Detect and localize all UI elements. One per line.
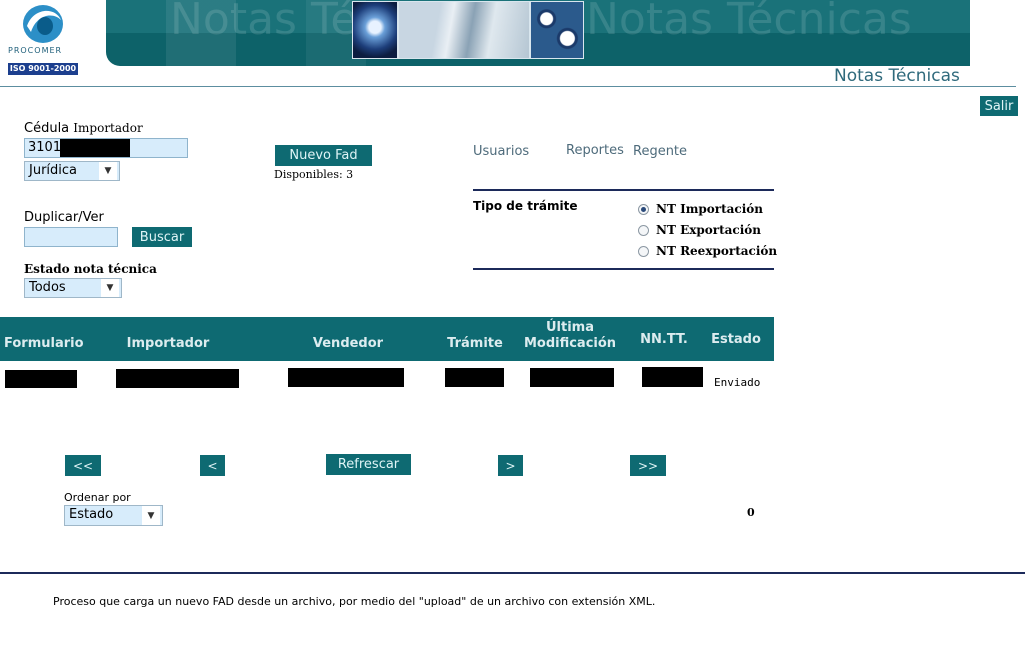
record-count: 0 [747, 506, 755, 519]
header: PROCOMER ISO 9001-2000 Notas Técnicas No… [0, 0, 1028, 88]
sort-select[interactable]: Estado ▼ [64, 505, 163, 526]
status-filter-value: Todos [29, 280, 66, 295]
table-header: Formulario Importador Vendedor Trámite Ú… [0, 317, 774, 361]
col-nntt[interactable]: NN.TT. [636, 332, 692, 348]
person-type-select[interactable]: Jurídica ▼ [24, 161, 120, 181]
cedula-label-text: Cédula [24, 121, 70, 136]
chevron-down-icon[interactable]: ▼ [99, 162, 117, 180]
importador-label-text: Importador [73, 121, 143, 135]
logo-wordmark: PROCOMER [8, 46, 63, 55]
search-button[interactable]: Buscar [132, 227, 192, 247]
banner-photo-people [398, 1, 530, 59]
status-filter-label: Estado nota técnica [24, 262, 157, 276]
banner-photo-clocks [530, 1, 584, 59]
duplicate-input[interactable] [24, 227, 118, 247]
col-vendedor[interactable]: Vendedor [298, 336, 398, 352]
logo-globe-icon [23, 5, 63, 43]
cedula-redacted [60, 139, 130, 157]
cell-importador-redacted [116, 369, 239, 388]
cell-estado: Enviado [714, 376, 761, 389]
col-estado[interactable]: Estado [706, 332, 766, 348]
nav-users-link[interactable]: Usuarios [473, 144, 529, 159]
first-page-button[interactable]: << [65, 455, 101, 476]
footer-text: Proceso que carga un nuevo FAD desde un … [53, 595, 656, 608]
person-type-value: Jurídica [29, 163, 78, 178]
banner-photo-globe [352, 1, 398, 59]
header-divider [0, 86, 1016, 87]
next-page-button[interactable]: > [498, 455, 523, 476]
col-tramite[interactable]: Trámite [444, 336, 506, 352]
logout-button[interactable]: Salir [980, 96, 1018, 116]
header-banner: Notas Técnicas Notas Técnicas [106, 0, 970, 66]
prev-page-button[interactable]: < [200, 455, 225, 476]
nav-reports-link[interactable]: Reportes [566, 143, 624, 158]
chevron-down-icon[interactable]: ▼ [101, 279, 119, 297]
page-title: Notas Técnicas [834, 66, 960, 86]
cell-formulario-redacted [5, 370, 77, 388]
radio-nt-importacion-label: NT Importación [656, 202, 764, 216]
radio-nt-importacion[interactable] [638, 204, 649, 215]
col-importador[interactable]: Importador [118, 336, 218, 352]
available-count: Disponibles: 3 [274, 168, 354, 181]
radio-nt-reexportacion[interactable] [638, 246, 649, 257]
iso-badge: ISO 9001-2000 [8, 63, 78, 75]
table-row[interactable]: Enviado [0, 362, 774, 394]
footer-divider [0, 572, 1025, 574]
procedure-top-rule [473, 189, 774, 191]
col-formulario[interactable]: Formulario [4, 336, 84, 352]
sort-label: Ordenar por [64, 491, 131, 504]
status-filter-select[interactable]: Todos ▼ [24, 278, 122, 298]
cedula-value: 3101 [28, 140, 62, 155]
refresh-button[interactable]: Refrescar [326, 454, 411, 475]
procomer-logo: PROCOMER ISO 9001-2000 [6, 2, 80, 76]
radio-nt-reexportacion-label: NT Reexportación [656, 244, 778, 258]
radio-nt-exportacion-label: NT Exportación [656, 223, 762, 237]
chevron-down-icon[interactable]: ▼ [142, 506, 160, 525]
cell-tramite-redacted [445, 368, 504, 387]
cell-modificacion-redacted [530, 368, 614, 387]
last-page-button[interactable]: >> [630, 455, 666, 476]
duplicate-label: Duplicar/Ver [24, 210, 104, 225]
new-fad-button[interactable]: Nuevo Fad [275, 145, 372, 166]
cell-vendedor-redacted [288, 368, 404, 387]
cell-nntt-redacted [642, 367, 703, 387]
banner-watermark-2: Notas Técnicas [586, 0, 912, 45]
sort-value: Estado [69, 507, 114, 522]
cedula-label: Cédula Importador [24, 121, 143, 136]
nav-regent-link[interactable]: Regente [633, 144, 687, 159]
procedure-label: Tipo de trámite [473, 199, 578, 213]
radio-nt-exportacion[interactable] [638, 225, 649, 236]
col-ultima-modificacion[interactable]: Última Modificación [520, 320, 620, 352]
procedure-bottom-rule [473, 268, 774, 270]
